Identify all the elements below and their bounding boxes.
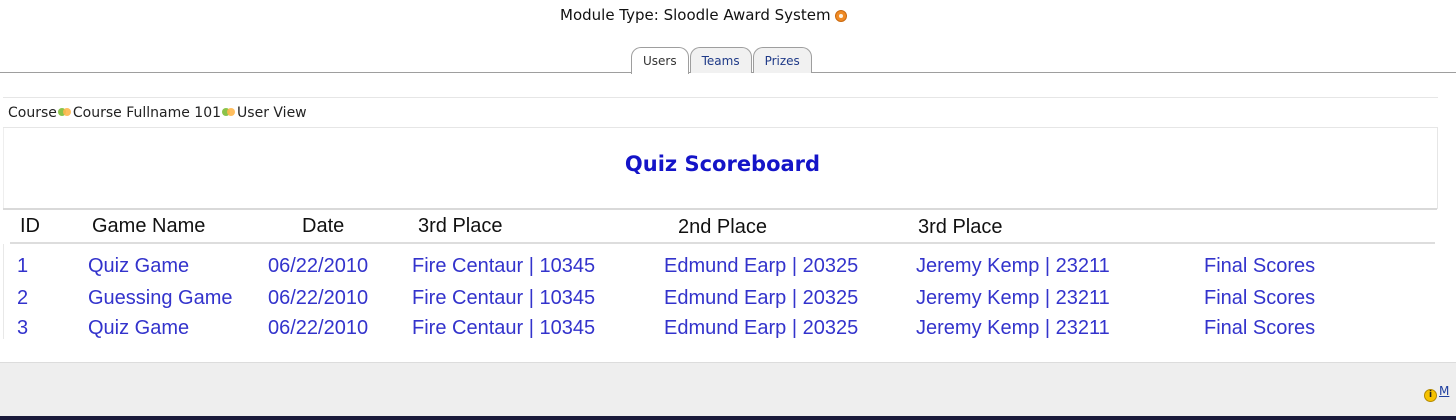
breadcrumb-separator-icon — [222, 108, 236, 117]
column-header-game-name: Game Name — [92, 215, 206, 237]
tab-teams[interactable]: Teams — [689, 47, 752, 73]
module-type-label: Module Type: Sloodle Award System — [560, 6, 831, 24]
breadcrumb-separator-icon — [57, 108, 72, 117]
final-scores-link[interactable]: Final Scores — [1204, 255, 1315, 278]
column-header-id: ID — [20, 215, 40, 237]
place-c-link[interactable]: Jeremy Kemp | 23211 — [916, 255, 1110, 278]
place-c-link[interactable]: Jeremy Kemp | 23211 — [916, 287, 1110, 310]
game-name-link[interactable]: Guessing Game — [88, 287, 233, 310]
table-divider-bottom — [10, 242, 1435, 244]
date-link[interactable]: 06/22/2010 — [268, 317, 368, 340]
table-left-border — [3, 244, 4, 339]
date-link[interactable]: 06/22/2010 — [268, 255, 368, 278]
row-id-link[interactable]: 2 — [17, 287, 28, 310]
date-link[interactable]: 06/22/2010 — [268, 287, 368, 310]
place-c-link[interactable]: Jeremy Kemp | 23211 — [916, 317, 1110, 340]
help-icon[interactable] — [834, 10, 847, 22]
breadcrumb: Course Course Fullname 101 User View — [3, 97, 1438, 128]
place-a-link[interactable]: Fire Centaur | 10345 — [412, 317, 595, 340]
footer-link-text[interactable]: M — [1439, 384, 1449, 398]
place-b-link[interactable]: Edmund Earp | 20325 — [664, 255, 858, 278]
place-b-link[interactable]: Edmund Earp | 20325 — [664, 317, 858, 340]
info-icon: i — [1424, 389, 1437, 402]
tab-users[interactable]: Users — [631, 47, 689, 74]
place-b-link[interactable]: Edmund Earp | 20325 — [664, 287, 858, 310]
scoreboard-title: Quiz Scoreboard — [624, 152, 821, 176]
column-header-place-c: 3rd Place — [918, 216, 1003, 238]
tab-prizes[interactable]: Prizes — [752, 47, 812, 73]
row-id-link[interactable]: 3 — [17, 317, 28, 340]
row-id-link[interactable]: 1 — [17, 255, 28, 278]
final-scores-link[interactable]: Final Scores — [1204, 287, 1315, 310]
place-a-link[interactable]: Fire Centaur | 10345 — [412, 287, 595, 310]
window-bottom-edge — [0, 416, 1456, 420]
column-header-place-b: 2nd Place — [678, 216, 767, 238]
column-header-date: Date — [302, 215, 345, 237]
tab-bar: Users Teams Prizes — [631, 47, 813, 74]
place-a-link[interactable]: Fire Centaur | 10345 — [412, 255, 595, 278]
game-name-link[interactable]: Quiz Game — [88, 255, 189, 278]
breadcrumb-item-user-view: User View — [237, 105, 307, 121]
scoreboard-panel: Quiz Scoreboard — [3, 128, 1438, 209]
footer-bar — [0, 362, 1456, 420]
final-scores-link[interactable]: Final Scores — [1204, 317, 1315, 340]
breadcrumb-item-course-fullname[interactable]: Course Fullname 101 — [73, 105, 221, 121]
module-type-heading: Module Type: Sloodle Award System — [560, 6, 847, 24]
column-header-place-a: 3rd Place — [418, 215, 503, 237]
breadcrumb-item-course[interactable]: Course — [8, 105, 57, 121]
table-divider-top — [3, 208, 1437, 210]
footer-link[interactable]: iM — [1424, 384, 1449, 402]
game-name-link[interactable]: Quiz Game — [88, 317, 189, 340]
